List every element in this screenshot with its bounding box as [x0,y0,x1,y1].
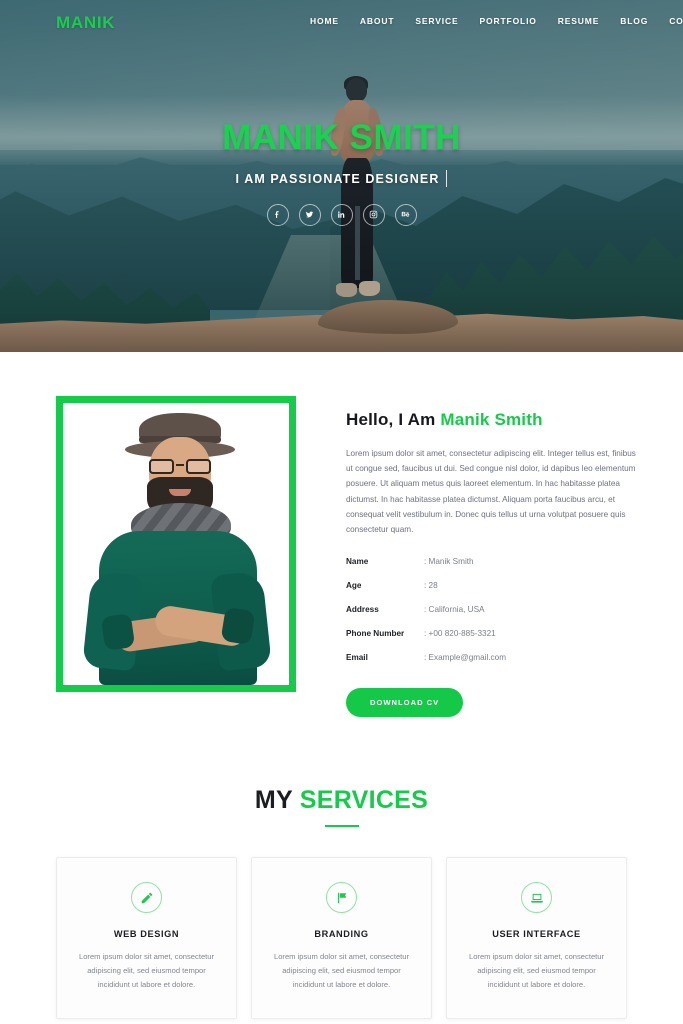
info-label: Age [346,581,362,591]
service-card-user-interface[interactable]: USER INTERFACE Lorem ipsum dolor sit ame… [446,857,627,1020]
flag-icon [326,882,357,913]
info-label: Name [346,557,369,567]
services-header: MY SERVICES [0,752,683,827]
info-label: Address [346,605,379,615]
portrait-glasses-bridge [176,464,184,466]
about-heading: Hello, I Am Manik Smith [346,410,636,430]
navbar: MANIK HOME ABOUT SERVICE PORTFOLIO RESUM… [0,0,683,46]
service-card-web-design[interactable]: WEB DESIGN Lorem ipsum dolor sit amet, c… [56,857,237,1020]
service-card-text: Lorem ipsum dolor sit amet, consectetur … [273,952,410,990]
info-row-email: Email : Example@gmail.com [346,653,636,662]
service-card-branding[interactable]: BRANDING Lorem ipsum dolor sit amet, con… [251,857,432,1020]
pencil-icon [131,882,162,913]
twitter-icon[interactable] [298,203,321,226]
info-row-address: Address : California, USA [346,605,636,614]
nav-item-portfolio[interactable]: PORTFOLIO [480,16,537,26]
info-value: : +00 820-885-3321 [424,629,496,639]
info-value: : Example@gmail.com [424,653,507,663]
about-section: Hello, I Am Manik Smith Lorem ipsum dolo… [0,352,683,752]
portrait-glasses [149,459,211,474]
service-card-text: Lorem ipsum dolor sit amet, consectetur … [468,952,605,990]
about-paragraph: Lorem ipsum dolor sit amet, consectetur … [346,449,636,534]
nav-item-about[interactable]: ABOUT [360,16,394,26]
hero-title: MANIK SMITH [222,118,461,157]
nav-item-blog[interactable]: BLOG [620,16,648,26]
hero-content: MANIK SMITH I AM PASSIONATE DESIGNER [0,118,683,226]
service-card-text: Lorem ipsum dolor sit amet, consectetur … [78,952,215,990]
hero-subtitle-wrap: I AM PASSIONATE DESIGNER [236,170,448,187]
profile-photo [63,403,289,685]
service-card-title: BRANDING [314,929,369,939]
services-title-accent: SERVICES [299,786,429,814]
info-value: : Manik Smith [424,557,474,567]
nav-item-resume[interactable]: RESUME [558,16,599,26]
info-row-phone: Phone Number : +00 820-885-3321 [346,629,636,638]
portrait-lens-left [149,459,174,474]
portrait-cuff-left [100,613,136,651]
hero-section: MANIK HOME ABOUT SERVICE PORTFOLIO RESUM… [0,0,683,352]
nav-item-contact[interactable]: CONTACT [669,16,683,26]
portfolio-page: MANIK HOME ABOUT SERVICE PORTFOLIO RESUM… [0,0,683,1024]
facebook-icon[interactable] [266,203,289,226]
portrait-lens-right [186,459,211,474]
services-title: MY SERVICES [0,786,683,815]
services-section: MY SERVICES WEB DESIGN Lorem ipsum dolor… [0,752,683,1024]
info-value: : 28 [424,581,438,591]
info-row-name: Name : Manik Smith [346,557,636,566]
nav-item-service[interactable]: SERVICE [415,16,458,26]
about-text-column: Hello, I Am Manik Smith Lorem ipsum dolo… [346,410,636,718]
nav-links: HOME ABOUT SERVICE PORTFOLIO RESUME BLOG… [310,16,683,26]
site-logo[interactable]: MANIK [56,13,115,33]
portrait-mouth [169,489,191,496]
services-title-plain: MY [254,786,300,814]
hero-subtitle: I AM PASSIONATE DESIGNER [235,171,440,186]
linkedin-icon[interactable] [330,203,353,226]
personal-info-list: Name : Manik Smith Age : 28 Address : Ca… [346,557,636,662]
about-heading-plain: Hello, I Am [346,410,441,429]
service-cards: WEB DESIGN Lorem ipsum dolor sit amet, c… [0,827,683,1020]
nav-item-home[interactable]: HOME [310,16,339,26]
profile-photo-frame [56,396,296,692]
service-card-title: USER INTERFACE [492,929,581,939]
behance-icon[interactable] [394,203,417,226]
download-cv-button[interactable]: DOWNLOAD CV [346,688,464,718]
info-row-age: Age : 28 [346,581,636,590]
service-card-title: WEB DESIGN [113,929,180,939]
laptop-icon [521,882,552,913]
typing-cursor [446,170,448,187]
about-heading-accent: Manik Smith [440,410,543,429]
instagram-icon[interactable] [362,203,385,226]
social-links [0,203,683,226]
info-label: Email [346,653,368,663]
info-value: : California, USA [424,605,485,615]
info-label: Phone Number [346,629,405,639]
